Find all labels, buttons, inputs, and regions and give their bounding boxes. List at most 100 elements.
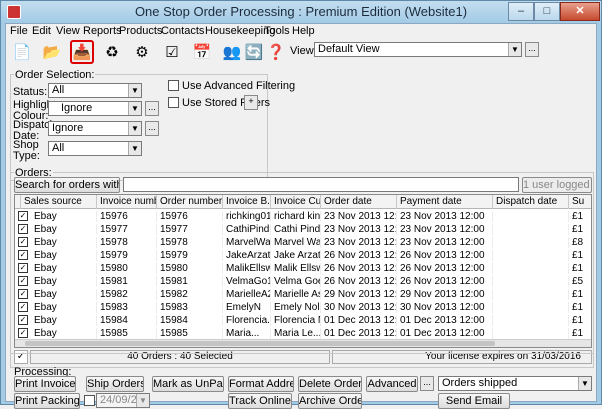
table-cell: £1 xyxy=(569,302,591,313)
track-online-button[interactable]: Track Online xyxy=(228,393,292,409)
menu-file[interactable]: File xyxy=(10,24,28,38)
highlight-more-button[interactable]: ... xyxy=(145,101,159,116)
date-picker[interactable]: 24/09/2015 ▼ xyxy=(96,393,150,408)
row-checkbox[interactable]: ✓ xyxy=(18,211,28,221)
table-cell: Ebay xyxy=(31,263,97,274)
maximize-button[interactable]: □ xyxy=(534,2,560,21)
table-row[interactable]: ✓Ebay1597915979JakeArzat...Jake Arzate26… xyxy=(15,250,591,261)
table-row[interactable]: ✓ Ebay 15985 15985 Maria... Maria Le... 01 Dec… xyxy=(15,328,591,339)
table-row[interactable]: ✓Ebay1598015980MalikEllsw...Malik Ellsw.… xyxy=(15,263,591,274)
advanced-button[interactable]: Advanced xyxy=(366,376,418,392)
table-cell: 15983 xyxy=(97,302,157,313)
download-orders-icon[interactable]: 📥 xyxy=(70,40,94,64)
dispatch-date-select[interactable]: Ignore ▼ xyxy=(48,121,142,136)
highlight-colour-select[interactable]: Ignore ▼ xyxy=(48,101,142,116)
row-checkbox[interactable]: ✓ xyxy=(18,250,28,260)
menu-help[interactable]: Help xyxy=(292,24,315,38)
print-packing-list-button[interactable]: Print Packing List xyxy=(14,393,80,409)
archive-orders-button[interactable]: Archive Orders xyxy=(298,393,362,409)
processing-status-value: Orders shipped xyxy=(442,377,518,389)
print-invoice-button[interactable]: Print Invoice xyxy=(14,376,76,392)
users-logged-on-button[interactable]: 1 user logged on xyxy=(522,177,592,193)
column-header-sales-source[interactable]: Sales source xyxy=(21,195,97,209)
view-select[interactable]: Default View ▼ xyxy=(314,42,522,57)
import-orders-icon[interactable]: 📂 xyxy=(40,40,64,64)
stored-filters-add-button[interactable]: + xyxy=(244,95,258,110)
recycle-icon[interactable]: ♻ xyxy=(100,40,124,64)
search-input[interactable] xyxy=(123,177,519,192)
table-row[interactable]: ✓ Ebay 15983 15983 EmelyN Emely Noll 30 Nov 20… xyxy=(15,302,591,313)
new-order-icon[interactable]: 📄 xyxy=(10,40,34,64)
checklist-icon[interactable]: ☑ xyxy=(160,40,184,64)
status-select[interactable]: All ▼ xyxy=(48,83,142,98)
search-orders-button[interactable]: Search for orders with (F3): xyxy=(14,177,120,193)
send-email-button[interactable]: Send Email xyxy=(438,393,510,409)
row-checkbox[interactable]: ✓ xyxy=(18,224,28,234)
mark-unpaid-button[interactable]: Mark as UnPaid xyxy=(152,376,224,392)
column-header-invoice-cu[interactable]: Invoice Cu... xyxy=(271,195,321,209)
ship-orders-button[interactable]: Ship Orders xyxy=(86,376,144,392)
view-more-button[interactable]: ... xyxy=(525,42,539,57)
close-button[interactable]: ✕ xyxy=(560,2,600,21)
table-row[interactable]: ✓Ebay1597615976richking01richard king...… xyxy=(15,211,591,222)
menu-contacts[interactable]: Contacts xyxy=(161,24,204,38)
menu-tools[interactable]: Tools xyxy=(264,24,290,38)
table-cell: Ebay xyxy=(31,328,97,339)
table-cell xyxy=(493,315,569,326)
column-header-invoice-number[interactable]: Invoice number xyxy=(97,195,157,209)
scrollbar-thumb[interactable] xyxy=(25,341,495,346)
format-addresses-button[interactable]: Format Addresses xyxy=(228,376,294,392)
table-cell: 15979 xyxy=(157,250,223,261)
date-checkbox[interactable] xyxy=(84,395,95,406)
row-checkbox[interactable]: ✓ xyxy=(18,315,28,325)
column-header-invoice-b[interactable]: Invoice B... xyxy=(223,195,271,209)
advanced-filtering-checkbox[interactable] xyxy=(168,80,179,91)
table-row[interactable]: ✓Ebay1598115981VelmaGo12Velma Goertz26 N… xyxy=(15,276,591,287)
menu-reports[interactable]: Reports xyxy=(83,24,122,38)
contacts-icon[interactable]: 👥 xyxy=(220,40,244,64)
refresh-icon[interactable]: 🔄 xyxy=(242,40,266,64)
settings-icon[interactable]: ⚙ xyxy=(130,40,154,64)
table-cell xyxy=(493,328,569,339)
table-cell: 15983 xyxy=(157,302,223,313)
row-checkbox[interactable]: ✓ xyxy=(18,302,28,312)
column-header-su[interactable]: Su xyxy=(569,195,591,209)
column-header-payment-date[interactable]: Payment date xyxy=(397,195,493,209)
table-cell: 26 Nov 2013 12:00 xyxy=(321,263,397,274)
row-checkbox[interactable]: ✓ xyxy=(18,276,28,286)
table-row[interactable]: ✓Ebay1598415984Florencia...Florencia N..… xyxy=(15,315,591,326)
row-checkbox[interactable]: ✓ xyxy=(18,328,28,338)
advanced-more-button[interactable]: ... xyxy=(420,376,434,391)
horizontal-scrollbar[interactable] xyxy=(15,339,591,347)
stored-filters-checkbox[interactable] xyxy=(168,97,179,108)
title-bar[interactable]: One Stop Order Processing : Premium Edit… xyxy=(1,1,601,23)
table-cell: MarvelWa... xyxy=(223,237,271,248)
row-checkbox[interactable]: ✓ xyxy=(18,237,28,247)
table-row[interactable]: ✓Ebay1598215982MarielleA2Marielle As...2… xyxy=(15,289,591,300)
table-cell: richard king... xyxy=(271,211,321,222)
column-header-order-date[interactable]: Order date xyxy=(321,195,397,209)
table-row[interactable]: ✓Ebay1597815978MarvelWa...Marvel Wal...2… xyxy=(15,237,591,248)
column-header-order-number[interactable]: Order number xyxy=(157,195,223,209)
menu-products[interactable]: Products xyxy=(119,24,162,38)
view-label: View: xyxy=(290,45,317,57)
processing-status-select[interactable]: Orders shipped ▼ xyxy=(438,376,592,391)
column-header-dispatch-date[interactable]: Dispatch date xyxy=(493,195,569,209)
dispatch-more-button[interactable]: ... xyxy=(145,121,159,136)
shop-type-select[interactable]: All ▼ xyxy=(48,141,142,156)
help-icon[interactable]: ❓ xyxy=(264,40,288,64)
table-cell: richking01 xyxy=(223,211,271,222)
chevron-down-icon: ▼ xyxy=(128,102,141,115)
table-row[interactable]: ✓Ebay1597715977CathiPind...Cathi Pinder2… xyxy=(15,224,591,235)
table-cell: 26 Nov 2013 12:00 xyxy=(321,250,397,261)
table-cell: £8 xyxy=(569,237,591,248)
calendar-icon[interactable]: 📅 xyxy=(190,40,214,64)
table-cell: 26 Nov 2013 12:00 xyxy=(397,263,493,274)
row-checkbox[interactable]: ✓ xyxy=(18,289,28,299)
delete-orders-button[interactable]: Delete Orders xyxy=(298,376,362,392)
menu-edit[interactable]: Edit xyxy=(32,24,51,38)
row-checkbox[interactable]: ✓ xyxy=(18,263,28,273)
menu-view[interactable]: View xyxy=(56,24,80,38)
minimize-button[interactable]: – xyxy=(508,2,534,21)
client-area: File Edit View Reports Products Contacts… xyxy=(5,23,597,409)
